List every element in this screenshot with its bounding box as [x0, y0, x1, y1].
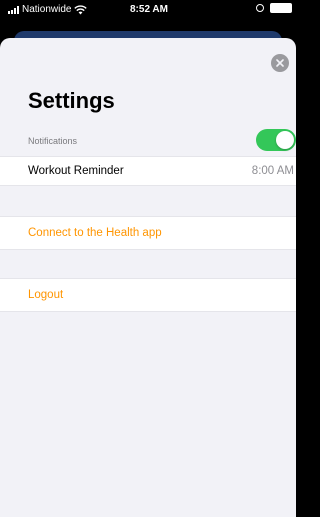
status-right — [256, 3, 292, 13]
connect-health-row[interactable]: Connect to the Health app — [0, 216, 296, 250]
logout-row[interactable]: Logout — [0, 278, 296, 312]
page-title: Settings — [28, 88, 115, 113]
toggle-knob — [276, 131, 294, 149]
logout-label: Logout — [28, 289, 64, 301]
close-icon — [276, 59, 284, 67]
status-time: 8:52 AM — [130, 4, 168, 15]
notifications-toggle[interactable] — [256, 129, 296, 151]
workout-reminder-label: Workout Reminder — [28, 165, 124, 177]
settings-sheet: Settings Notifications Workout Reminder … — [0, 38, 296, 517]
close-button[interactable] — [271, 54, 289, 72]
workout-reminder-time: 8:00 AM — [251, 165, 294, 177]
carrier-name: Nationwide — [22, 4, 72, 15]
status-bar: Nationwide 8:52 AM — [0, 0, 296, 20]
carrier-info: Nationwide — [8, 4, 88, 15]
battery-icon — [270, 3, 292, 13]
wifi-icon — [74, 4, 88, 14]
signal-strength-icon — [8, 5, 19, 14]
workout-reminder-row[interactable]: Workout Reminder 8:00 AM — [0, 156, 296, 186]
orientation-lock-icon — [256, 4, 264, 12]
connect-health-label: Connect to the Health app — [28, 227, 162, 239]
notifications-label: Notifications — [28, 136, 78, 146]
